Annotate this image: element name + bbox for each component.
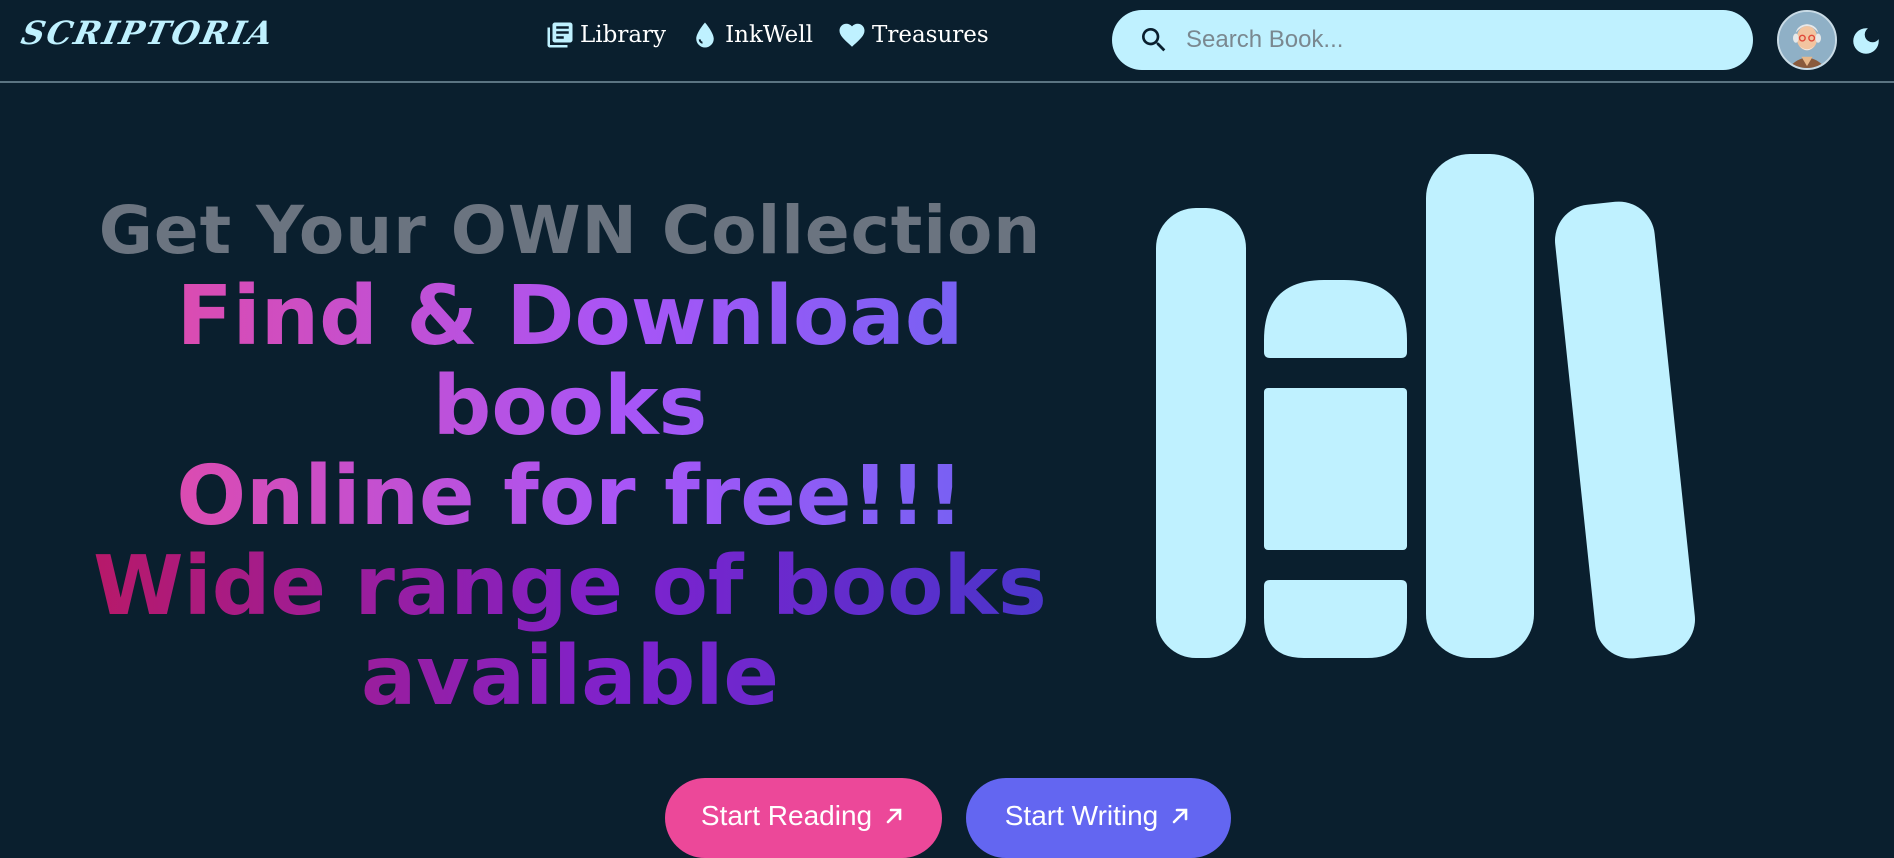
hero-headline-2-line-2: available [360, 629, 780, 724]
hero-headline-1-line-1: Find & Download books [176, 269, 964, 454]
hero-subtitle: Get Your OWN Collection [98, 192, 1042, 269]
arrow-up-right-icon [886, 808, 902, 824]
nav-link-library[interactable]: Library [545, 20, 666, 50]
hero-headline-2: Wide range of books available [30, 542, 1110, 722]
nav-links: Library InkWell Treasures [545, 20, 989, 50]
nav-link-label: Library [580, 22, 667, 48]
hero-headline-2-line-1: Wide range of books [93, 539, 1047, 634]
hero-headline-1: Find & Download books Online for free!!! [30, 272, 1110, 542]
books-illustration [1156, 154, 1695, 659]
nav-link-inkwell[interactable]: InkWell [690, 20, 813, 50]
arrow-up-right-icon [1172, 808, 1188, 824]
start-reading-label: Start Reading [700, 800, 873, 831]
moon-icon[interactable] [1849, 24, 1883, 58]
logo[interactable]: SCRIPTORIA [18, 14, 278, 52]
avatar-image [1779, 12, 1835, 68]
search-bar[interactable] [1112, 10, 1753, 70]
ink-drop-icon [696, 22, 714, 48]
nav-link-label: Treasures [872, 22, 989, 48]
hero-headline-1-line-2: Online for free!!! [176, 449, 964, 544]
hero-text: Get Your OWN Collection Find & Download … [30, 190, 1110, 722]
start-writing-label: Start Writing [1004, 800, 1159, 831]
nav-link-label: InkWell [725, 22, 813, 48]
navbar: SCRIPTORIA Library InkWell Treasures [0, 0, 1894, 83]
nav-link-treasures[interactable]: Treasures [837, 20, 989, 50]
start-writing-button[interactable]: Start Writing [966, 778, 1231, 858]
search-icon [1142, 28, 1166, 52]
heart-icon [839, 23, 865, 47]
start-reading-button[interactable]: Start Reading [665, 778, 942, 858]
search-input[interactable] [1184, 25, 1708, 55]
avatar[interactable] [1777, 10, 1837, 70]
library-icon [547, 22, 573, 48]
